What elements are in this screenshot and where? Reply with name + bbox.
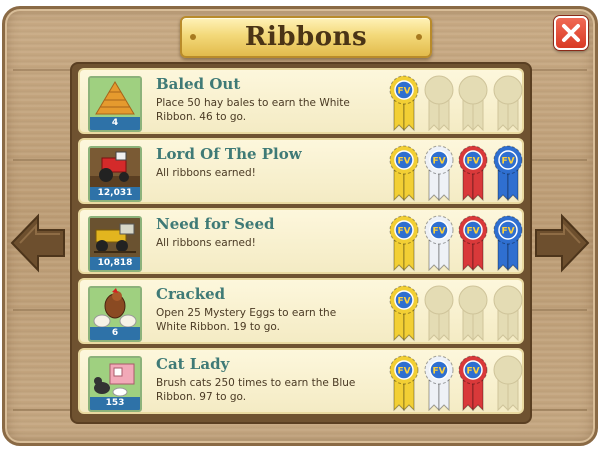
ribbon-set: FV FV FV FV (388, 214, 524, 272)
ribbon-badge-text: FV (467, 227, 480, 237)
achievement-title: Cracked (156, 285, 226, 303)
ribbon-row: 12,031 Lord Of The Plow All ribbons earn… (78, 138, 524, 204)
achievement-count: 153 (90, 397, 140, 410)
ribbon-set: FV (388, 284, 524, 342)
ribbon-gold-icon: FV (389, 215, 419, 272)
ribbon-set: FV (388, 74, 524, 132)
arrow-left-icon (10, 213, 65, 273)
plate-rivet (416, 34, 422, 40)
ribbon-red-icon: FV (458, 355, 488, 412)
ribbons-list: 4 Baled Out Place 50 hay bales to earn t… (70, 62, 532, 424)
ribbon-empty-icon (458, 285, 488, 342)
achievement-description: Brush cats 250 times to earn the Blue Ri… (156, 377, 356, 403)
title-plate: Ribbons (180, 16, 432, 58)
achievement-title: Lord Of The Plow (156, 145, 302, 163)
next-page-button[interactable] (532, 210, 592, 276)
previous-page-button[interactable] (8, 210, 68, 276)
ribbon-badge-text: FV (432, 157, 445, 167)
plate-rivet (190, 34, 196, 40)
ribbon-gold-icon: FV (389, 145, 419, 202)
achievement-count: 6 (90, 327, 140, 340)
ribbon-red-icon: FV (458, 145, 488, 202)
ribbon-badge-text: FV (501, 227, 514, 237)
ribbon-white-icon: FV (424, 355, 454, 412)
ribbon-badge-text: FV (397, 367, 410, 377)
ribbon-red-icon: FV (458, 215, 488, 272)
ribbon-empty-icon (493, 355, 523, 412)
ribbon-empty-icon (493, 285, 523, 342)
seeder-icon (90, 218, 140, 258)
ribbon-row: 10,818 Need for Seed All ribbons earned!… (78, 208, 524, 274)
achievement-description: All ribbons earned! (156, 167, 256, 179)
achievement-count: 12,031 (90, 187, 140, 200)
ribbon-badge-text: FV (467, 157, 480, 167)
ribbon-blue-icon: FV (493, 145, 523, 202)
ribbon-gold-icon: FV (389, 355, 419, 412)
ribbon-empty-icon (458, 75, 488, 132)
ribbon-row: 6 Cracked Open 25 Mystery Eggs to earn t… (78, 278, 524, 344)
cats-icon (90, 358, 140, 398)
ribbon-empty-icon (424, 285, 454, 342)
hay-bales-icon (90, 78, 140, 118)
ribbon-gold-icon: FV (389, 75, 419, 132)
ribbon-gold-icon: FV (389, 285, 419, 342)
achievement-thumbnail: 10,818 (88, 216, 142, 272)
arrow-right-icon (535, 213, 590, 273)
ribbon-white-icon: FV (424, 215, 454, 272)
ribbon-white-icon: FV (424, 145, 454, 202)
achievement-thumbnail: 6 (88, 286, 142, 342)
achievement-thumbnail: 153 (88, 356, 142, 412)
ribbon-badge-text: FV (501, 157, 514, 167)
achievement-title: Baled Out (156, 75, 241, 93)
achievement-thumbnail: 12,031 (88, 146, 142, 202)
ribbon-badge-text: FV (397, 87, 410, 97)
ribbon-badge-text: FV (432, 227, 445, 237)
ribbon-row: 4 Baled Out Place 50 hay bales to earn t… (78, 68, 524, 134)
close-icon (562, 24, 580, 42)
close-button[interactable] (554, 16, 588, 50)
ribbon-blue-icon: FV (493, 215, 523, 272)
ribbon-badge-text: FV (467, 367, 480, 377)
ribbon-row: 153 Cat Lady Brush cats 250 times to ear… (78, 348, 524, 414)
ribbon-badge-text: FV (397, 227, 410, 237)
chicken-eggs-icon (90, 288, 140, 328)
achievement-title: Need for Seed (156, 215, 275, 233)
achievement-description: Place 50 hay bales to earn the White Rib… (156, 97, 350, 123)
achievement-count: 10,818 (90, 257, 140, 270)
achievement-thumbnail: 4 (88, 76, 142, 132)
achievement-description: All ribbons earned! (156, 237, 256, 249)
ribbon-badge-text: FV (432, 367, 445, 377)
achievement-description: Open 25 Mystery Eggs to earn the White R… (156, 307, 337, 333)
tractor-plow-icon (90, 148, 140, 188)
ribbon-badge-text: FV (397, 297, 410, 307)
ribbon-badge-text: FV (397, 157, 410, 167)
achievement-count: 4 (90, 117, 140, 130)
ribbon-set: FV FV FV (388, 354, 524, 412)
achievement-title: Cat Lady (156, 355, 230, 373)
dialog-title: Ribbons (244, 22, 368, 52)
ribbon-set: FV FV FV FV (388, 144, 524, 202)
ribbon-empty-icon (493, 75, 523, 132)
ribbon-empty-icon (424, 75, 454, 132)
